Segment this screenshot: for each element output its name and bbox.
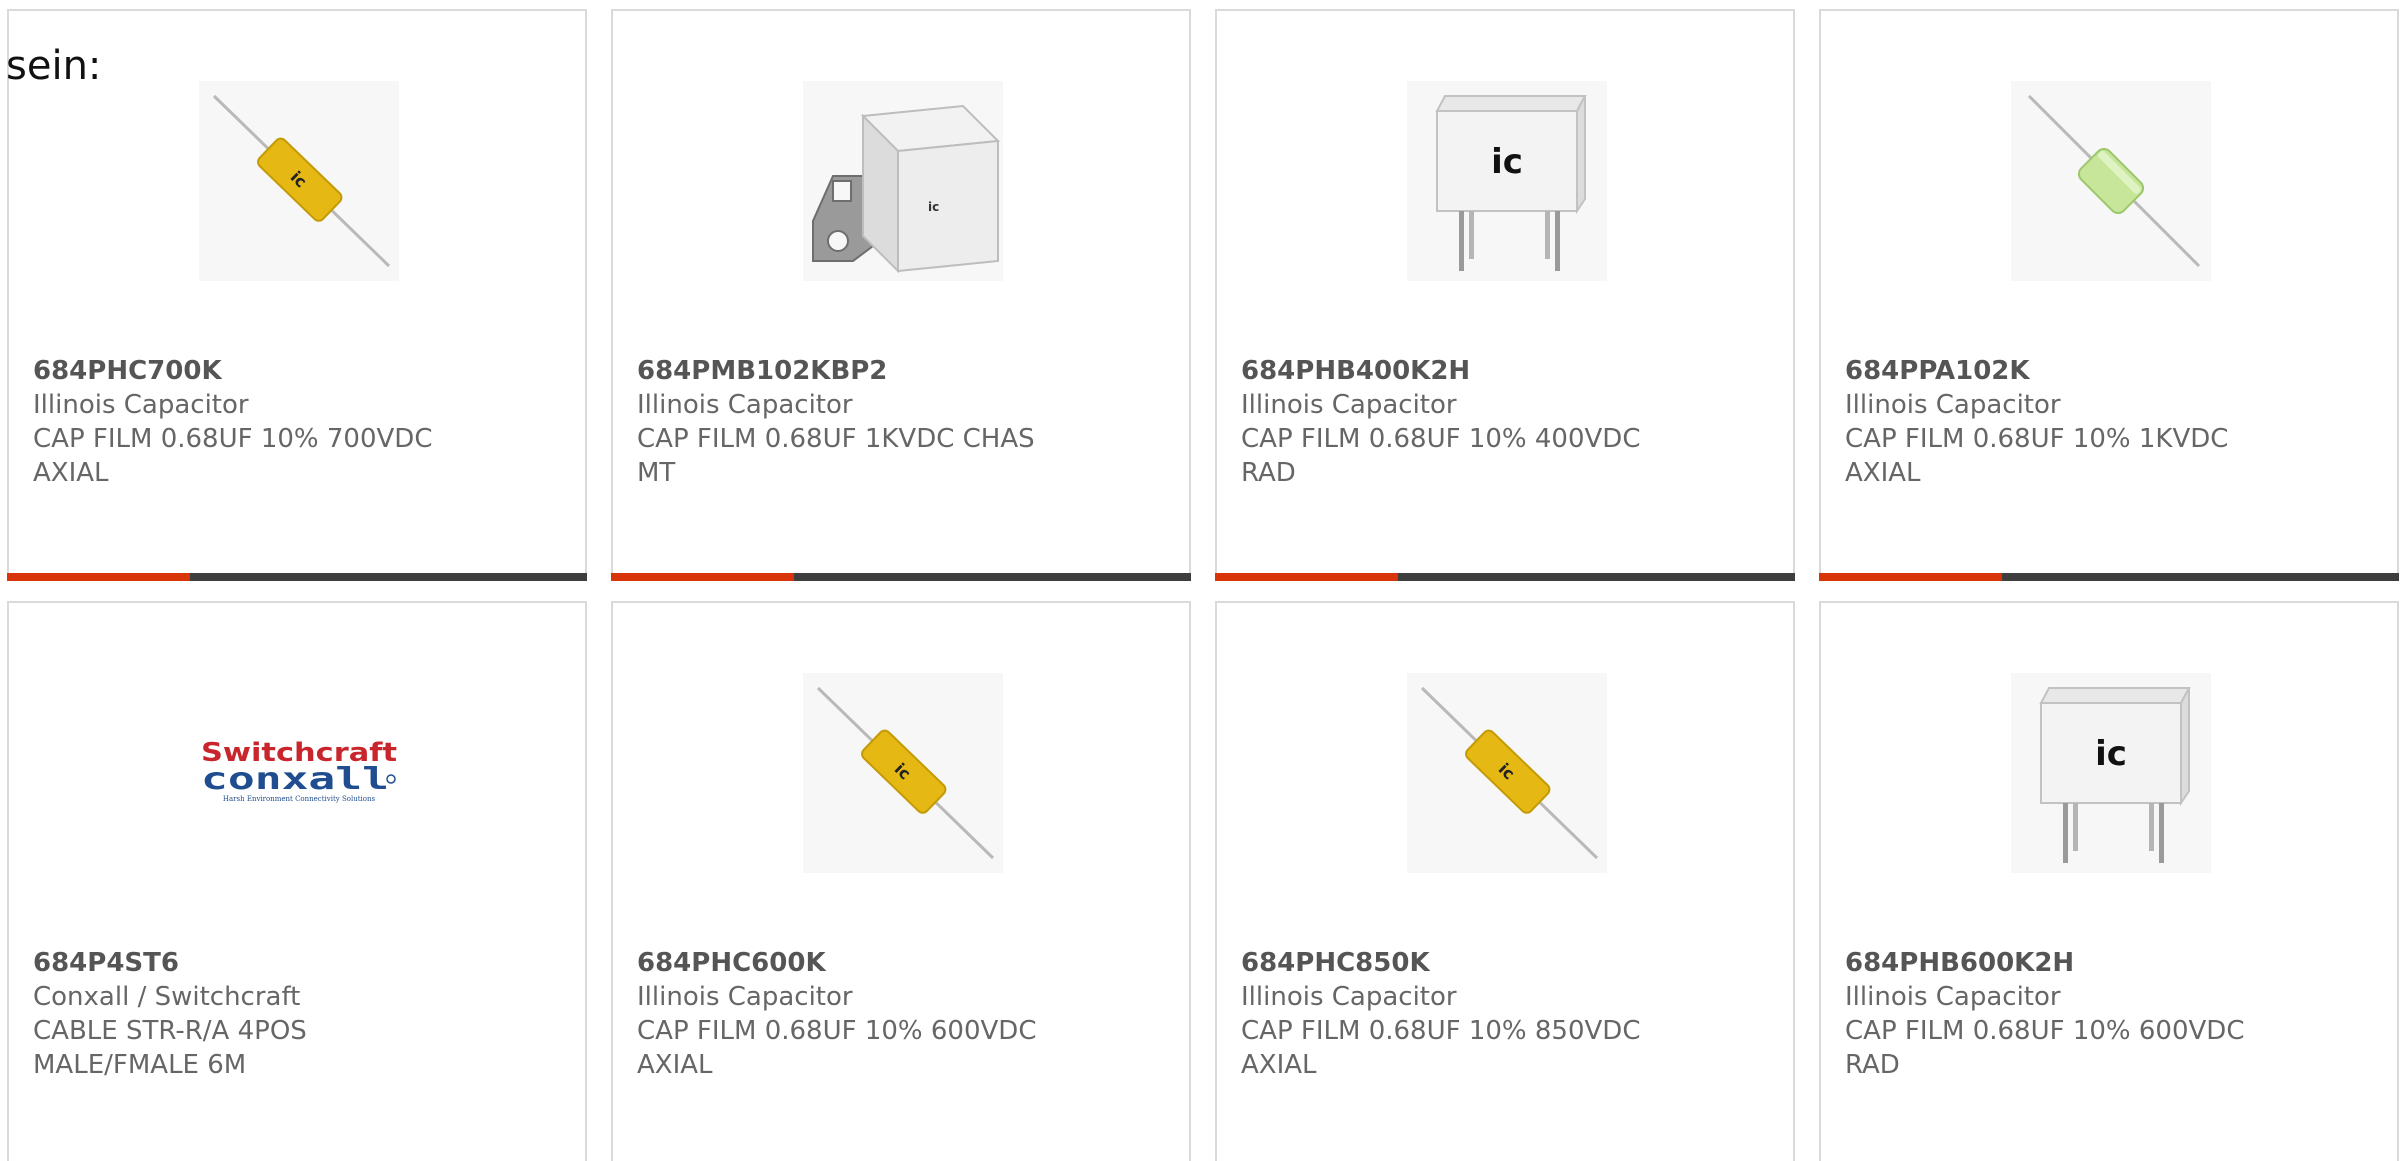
axial-yellow-capacitor-icon: ic — [1420, 686, 1599, 860]
switchcraft-conxall-logo: Switchcraft conxall Harsh Environment Co… — [201, 738, 397, 803]
product-description: CAP FILM 0.68UF 10% 600VDC AXIAL — [637, 1016, 1037, 1080]
axial-green-capacitor-icon — [2027, 94, 2201, 268]
manufacturer: Illinois Capacitor — [1241, 390, 1457, 420]
product-info: 684P4ST6 Conxall / Switchcraft CABLE STR… — [33, 946, 565, 1082]
product-image[interactable]: ic — [199, 81, 399, 281]
product-info: 684PMB102KBP2 Illinois Capacitor CAP FIL… — [637, 354, 1169, 490]
product-image[interactable]: ic — [2011, 673, 2211, 873]
chassis-mount-capacitor-icon: ic — [812, 104, 1001, 274]
product-results-page: sein: ic 684PHC700K Illinois Capacitor C… — [0, 0, 2400, 1161]
product-image[interactable]: ic — [1407, 81, 1607, 281]
svg-text:ic: ic — [2095, 734, 2127, 774]
product-image[interactable]: Switchcraft conxall Harsh Environment Co… — [199, 673, 399, 873]
product-info: 684PHC700K Illinois Capacitor CAP FILM 0… — [33, 354, 565, 490]
part-number-link[interactable]: 684PHC600K — [637, 946, 1169, 980]
axial-yellow-capacitor-icon: ic — [816, 686, 995, 860]
product-description: CAP FILM 0.68UF 10% 850VDC AXIAL — [1241, 1016, 1641, 1080]
product-info: 684PPA102K Illinois Capacitor CAP FILM 0… — [1845, 354, 2377, 490]
svg-text:ic: ic — [1491, 142, 1523, 182]
card-bottom-bar — [1819, 573, 2399, 581]
product-description: CAP FILM 0.68UF 1KVDC CHAS MT — [637, 424, 1035, 488]
part-number-link[interactable]: 684PHB400K2H — [1241, 354, 1773, 388]
product-grid: ic 684PHC700K Illinois Capacitor CAP FIL… — [7, 9, 2400, 1161]
product-image[interactable] — [2011, 81, 2211, 281]
radial-box-capacitor-icon: ic — [2039, 687, 2191, 863]
product-image[interactable]: ic — [1407, 673, 1607, 873]
part-number-link[interactable]: 684PPA102K — [1845, 354, 2377, 388]
manufacturer: Illinois Capacitor — [1845, 390, 2061, 420]
product-image[interactable]: ic — [803, 81, 1003, 281]
manufacturer: Illinois Capacitor — [637, 390, 853, 420]
card-bottom-bar — [611, 573, 1191, 581]
product-description: CAP FILM 0.68UF 10% 700VDC AXIAL — [33, 424, 433, 488]
product-card[interactable]: ic 684PHB400K2H Illinois Capacitor CAP F… — [1215, 9, 1795, 581]
logo-line-conxall: conxall — [201, 762, 389, 797]
manufacturer: Illinois Capacitor — [637, 982, 853, 1012]
product-card[interactable]: ic 684PHC700K Illinois Capacitor CAP FIL… — [7, 9, 587, 581]
axial-yellow-capacitor-icon: ic — [212, 94, 391, 268]
manufacturer: Illinois Capacitor — [1845, 982, 2061, 1012]
card-accent-bar — [1819, 573, 2002, 581]
product-image[interactable]: ic — [803, 673, 1003, 873]
product-description: CAP FILM 0.68UF 10% 400VDC RAD — [1241, 424, 1641, 488]
product-info: 684PHB400K2H Illinois Capacitor CAP FILM… — [1241, 354, 1773, 490]
product-card[interactable]: ic 684PHB600K2H Illinois Capacitor CAP F… — [1819, 601, 2399, 1161]
card-accent-bar — [7, 573, 190, 581]
product-description: CAP FILM 0.68UF 10% 600VDC RAD — [1845, 1016, 2245, 1080]
part-number-link[interactable]: 684PHB600K2H — [1845, 946, 2377, 980]
product-info: 684PHB600K2H Illinois Capacitor CAP FILM… — [1845, 946, 2377, 1082]
product-info: 684PHC850K Illinois Capacitor CAP FILM 0… — [1241, 946, 1773, 1082]
part-number-link[interactable]: 684PHC700K — [33, 354, 565, 388]
svg-text:ic: ic — [928, 200, 939, 214]
intro-text: sein: — [6, 43, 102, 89]
part-number-link[interactable]: 684PHC850K — [1241, 946, 1773, 980]
part-number-link[interactable]: 684PMB102KBP2 — [637, 354, 1169, 388]
radial-box-capacitor-icon: ic — [1435, 95, 1587, 271]
product-description: CAP FILM 0.68UF 10% 1KVDC AXIAL — [1845, 424, 2229, 488]
product-description: CABLE STR-R/A 4POS MALE/FMALE 6M — [33, 1016, 307, 1080]
card-accent-bar — [611, 573, 794, 581]
manufacturer: Illinois Capacitor — [33, 390, 249, 420]
part-number-link[interactable]: 684P4ST6 — [33, 946, 565, 980]
product-card[interactable]: 684PPA102K Illinois Capacitor CAP FILM 0… — [1819, 9, 2399, 581]
manufacturer: Illinois Capacitor — [1241, 982, 1457, 1012]
product-card[interactable]: ic 684PHC600K Illinois Capacitor CAP FIL… — [611, 601, 1191, 1161]
card-bottom-bar — [1215, 573, 1795, 581]
product-card[interactable]: Switchcraft conxall Harsh Environment Co… — [7, 601, 587, 1161]
product-card[interactable]: ic 684PHC850K Illinois Capacitor CAP FIL… — [1215, 601, 1795, 1161]
logo-tagline: Harsh Environment Connectivity Solutions — [223, 795, 376, 803]
manufacturer: Conxall / Switchcraft — [33, 982, 301, 1012]
card-accent-bar — [1215, 573, 1398, 581]
card-bottom-bar — [7, 573, 587, 581]
product-card[interactable]: ic 684PMB102KBP2 Illinois Capacitor CAP … — [611, 9, 1191, 581]
product-info: 684PHC600K Illinois Capacitor CAP FILM 0… — [637, 946, 1169, 1082]
